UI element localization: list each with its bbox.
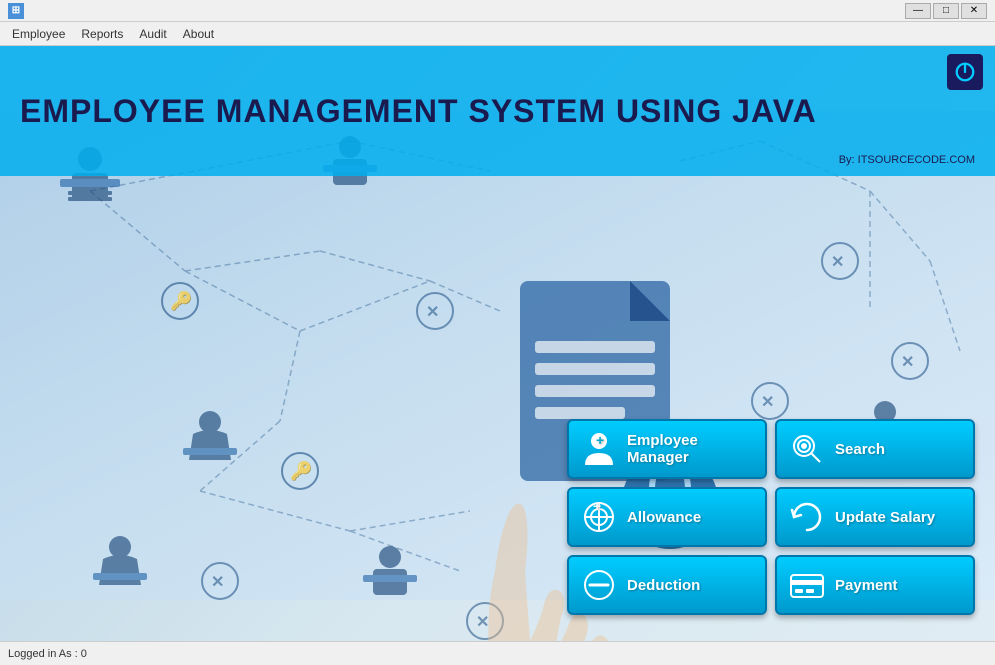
allowance-button[interactable]: + Allowance (567, 487, 767, 547)
app-icon: ⊞ (8, 3, 24, 19)
employee-manager-label: Employee Manager (627, 432, 753, 466)
deduction-label: Deduction (627, 577, 753, 594)
allowance-icon: + (581, 499, 617, 535)
logged-in-text: Logged in As : 0 (8, 648, 87, 660)
search-label: Search (835, 441, 961, 458)
main-content: 🔑 ✕ ✕ ✕ ✕ (0, 46, 995, 665)
svg-text:✕: ✕ (426, 304, 439, 321)
menu-reports[interactable]: Reports (73, 25, 131, 43)
svg-text:✕: ✕ (761, 394, 774, 411)
svg-text:+: + (596, 432, 604, 448)
update-salary-button[interactable]: Update Salary (775, 487, 975, 547)
svg-text:+: + (593, 500, 601, 514)
employee-manager-button[interactable]: + Employee Manager (567, 419, 767, 479)
svg-text:🔑: 🔑 (290, 460, 312, 482)
person-icon: + (581, 431, 617, 467)
deduction-icon (581, 567, 617, 603)
payment-label: Payment (835, 577, 961, 594)
search-icon (789, 431, 825, 467)
status-bar: Logged in As : 0 (0, 641, 995, 665)
deduction-button[interactable]: Deduction (567, 555, 767, 615)
svg-text:✕: ✕ (831, 254, 844, 271)
svg-text:🔑: 🔑 (170, 290, 192, 312)
title-bar-controls: — □ ✕ (905, 3, 987, 19)
minimize-button[interactable]: — (905, 3, 931, 19)
title-bar-left: ⊞ (8, 3, 30, 19)
svg-text:✕: ✕ (476, 614, 489, 631)
main-title: EMPLOYEE MANAGEMENT SYSTEM USING JAVA (20, 92, 817, 130)
header-area: EMPLOYEE MANAGEMENT SYSTEM USING JAVA By… (0, 46, 995, 176)
menu-employee[interactable]: Employee (4, 25, 73, 43)
title-bar: ⊞ — □ ✕ (0, 0, 995, 22)
menu-about[interactable]: About (175, 25, 222, 43)
buttons-panel: + Employee Manager Search (567, 419, 975, 615)
allowance-label: Allowance (627, 509, 753, 526)
close-button[interactable]: ✕ (961, 3, 987, 19)
svg-text:✕: ✕ (211, 574, 224, 591)
payment-icon (789, 567, 825, 603)
maximize-button[interactable]: □ (933, 3, 959, 19)
menu-bar: Employee Reports Audit About (0, 22, 995, 46)
update-salary-label: Update Salary (835, 509, 961, 526)
refresh-icon (789, 499, 825, 535)
subtitle: By: ITSOURCECODE.COM (839, 154, 975, 166)
payment-button[interactable]: Payment (775, 555, 975, 615)
svg-text:✕: ✕ (901, 354, 914, 371)
search-button[interactable]: Search (775, 419, 975, 479)
menu-audit[interactable]: Audit (131, 25, 174, 43)
power-button[interactable] (947, 54, 983, 90)
